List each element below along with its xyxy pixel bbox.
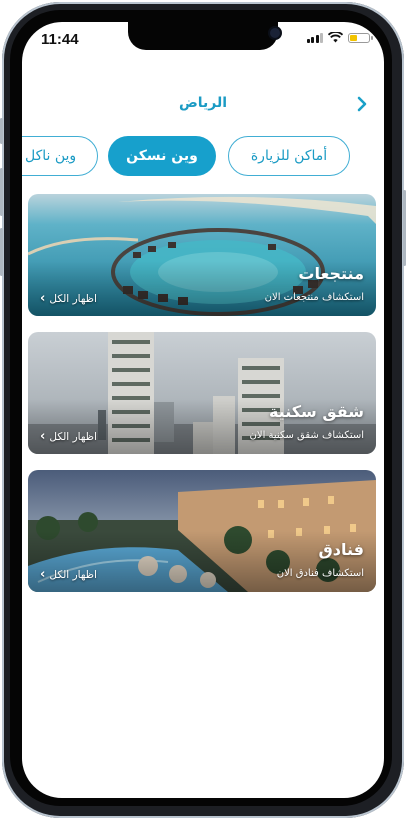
tab-places-to-visit[interactable]: أماكن للزيارة	[228, 136, 350, 176]
tab-where-to-stay[interactable]: وين نسكن	[108, 136, 216, 176]
volume-down-button	[0, 228, 3, 276]
signal-icon	[306, 32, 323, 43]
screen: 11:44 الرياض أماكن للزيارة وين نسكن وين …	[22, 22, 384, 798]
show-all-link[interactable]: ‹ اظهار الكل	[40, 429, 97, 444]
tab-where-to-eat[interactable]: وين ناكل	[22, 136, 98, 176]
show-all-label: اظهار الكل	[49, 430, 97, 443]
show-all-label: اظهار الكل	[49, 292, 97, 305]
chevron-left-icon: ‹	[40, 567, 46, 582]
notch	[128, 22, 280, 50]
tab-label: أماكن للزيارة	[250, 148, 328, 164]
card-subtitle: استكشاف منتجعات الان	[264, 292, 364, 303]
mute-switch	[0, 118, 3, 144]
chevron-left-icon: ‹	[40, 291, 46, 306]
show-all-label: اظهار الكل	[49, 568, 97, 581]
card-subtitle: استكشاف شقق سكنية الان	[249, 430, 364, 441]
volume-up-button	[0, 168, 3, 216]
show-all-link[interactable]: ‹ اظهار الكل	[40, 567, 97, 582]
show-all-link[interactable]: ‹ اظهار الكل	[40, 291, 97, 306]
card-title: شقق سكنية	[268, 402, 364, 421]
battery-icon	[348, 32, 373, 43]
category-tabs: أماكن للزيارة وين نسكن وين ناكل	[22, 136, 384, 178]
camera-icon	[270, 28, 280, 38]
chevron-right-icon	[357, 96, 367, 112]
category-card-apartments[interactable]: شقق سكنية استكشاف شقق سكنية الان ‹ اظهار…	[28, 332, 376, 454]
back-button[interactable]	[350, 92, 374, 116]
status-time: 11:44	[41, 31, 79, 48]
card-subtitle: استكشاف فنادق الان	[276, 568, 364, 579]
chevron-left-icon: ‹	[40, 429, 46, 444]
tab-label: وين نسكن	[126, 148, 198, 164]
card-title: منتجعات	[298, 264, 364, 283]
header: الرياض	[22, 92, 384, 116]
category-card-resorts[interactable]: منتجعات استكشاف منتجعات الان ‹ اظهار الك…	[28, 194, 376, 316]
page-title: الرياض	[178, 95, 228, 111]
wifi-icon	[328, 32, 343, 43]
category-card-hotels[interactable]: فنادق استكشاف فنادق الان ‹ اظهار الكل	[28, 470, 376, 592]
status-icons	[306, 32, 373, 43]
card-title: فنادق	[318, 540, 364, 559]
tab-label: وين ناكل	[25, 148, 77, 164]
